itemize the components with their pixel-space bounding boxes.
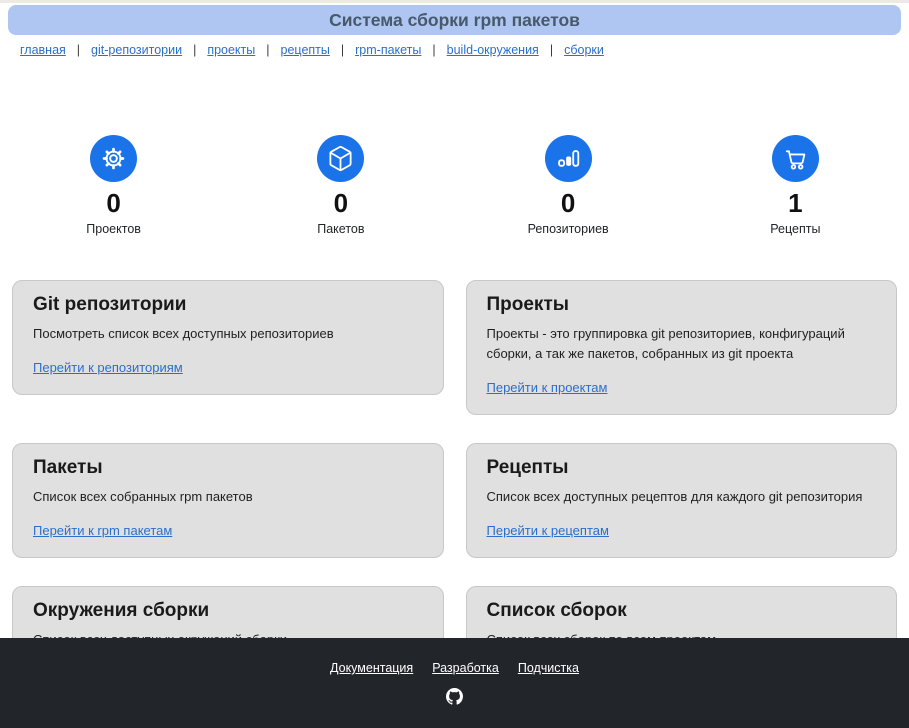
stat-label-projects: Проектов bbox=[0, 222, 227, 236]
footer: Документация Разработка Подчистка bbox=[0, 638, 909, 728]
nav-separator: | bbox=[77, 43, 80, 57]
nav-separator: | bbox=[550, 43, 553, 57]
nav-separator: | bbox=[266, 43, 269, 57]
footer-link-cleanup[interactable]: Подчистка bbox=[518, 661, 579, 675]
page-title: Система сборки rpm пакетов bbox=[329, 10, 580, 31]
card-link-repositories[interactable]: Перейти к репозиториям bbox=[33, 360, 183, 375]
github-link[interactable] bbox=[446, 688, 463, 705]
stat-label-packages: Пакетов bbox=[227, 222, 454, 236]
footer-links: Документация Разработка Подчистка bbox=[330, 661, 579, 675]
nav-item-rpm-pakety[interactable]: rpm-пакеты bbox=[355, 43, 421, 57]
header-banner: Система сборки rpm пакетов bbox=[8, 5, 901, 35]
card-projects: Проекты Проекты - это группировка git ре… bbox=[466, 280, 898, 415]
card-description: Проекты - это группировка git репозитори… bbox=[487, 324, 877, 364]
stat-label-recipes: Рецепты bbox=[682, 222, 909, 236]
nav-item-sborki[interactable]: сборки bbox=[564, 43, 604, 57]
card-recipes: Рецепты Список всех доступных рецептов д… bbox=[466, 443, 898, 558]
stat-value-repositories: 0 bbox=[455, 189, 682, 219]
gear-icon bbox=[100, 145, 127, 172]
card-link-recipes[interactable]: Перейти к рецептам bbox=[487, 523, 609, 538]
stat-label-repositories: Репозиториев bbox=[455, 222, 682, 236]
card-link-rpm-packages[interactable]: Перейти к rpm пакетам bbox=[33, 523, 172, 538]
nav-item-build-okruzheniya[interactable]: build-окружения bbox=[447, 43, 539, 57]
card-title: Проекты bbox=[487, 294, 877, 316]
card-description: Посмотреть список всех доступных репозит… bbox=[33, 324, 423, 344]
card-title: Окружения сборки bbox=[33, 600, 423, 622]
footer-link-development[interactable]: Разработка bbox=[432, 661, 499, 675]
card-title: Пакеты bbox=[33, 457, 423, 479]
stat-packages: 0 Пакетов bbox=[227, 135, 454, 236]
nav-item-glavnaya[interactable]: главная bbox=[20, 43, 66, 57]
stat-circle-recipes bbox=[772, 135, 819, 182]
stat-circle-projects bbox=[90, 135, 137, 182]
nav-separator: | bbox=[432, 43, 435, 57]
card-packages: Пакеты Список всех собранных rpm пакетов… bbox=[12, 443, 444, 558]
nav-separator: | bbox=[193, 43, 196, 57]
stat-repositories: 0 Репозиториев bbox=[455, 135, 682, 236]
breadcrumb: главная | git-репозитории | проекты | рецепты |… bbox=[20, 43, 909, 57]
stat-value-packages: 0 bbox=[227, 189, 454, 219]
card-title: Git репозитории bbox=[33, 294, 423, 316]
nav-separator: | bbox=[341, 43, 344, 57]
stat-value-recipes: 1 bbox=[682, 189, 909, 219]
card-git-repositories: Git репозитории Посмотреть список всех д… bbox=[12, 280, 444, 395]
stat-circle-repositories bbox=[545, 135, 592, 182]
package-icon bbox=[327, 145, 354, 172]
stats-row: 0 Проектов 0 Пакетов 0 Репозиториев bbox=[0, 135, 909, 236]
stat-recipes: 1 Рецепты bbox=[682, 135, 909, 236]
card-description: Список всех собранных rpm пакетов bbox=[33, 487, 423, 507]
nav-item-git-repos[interactable]: git-репозитории bbox=[91, 43, 182, 57]
card-title: Рецепты bbox=[487, 457, 877, 479]
stat-projects: 0 Проектов bbox=[0, 135, 227, 236]
stat-circle-packages bbox=[317, 135, 364, 182]
footer-link-documentation[interactable]: Документация bbox=[330, 661, 413, 675]
stat-value-projects: 0 bbox=[0, 189, 227, 219]
github-icon bbox=[446, 688, 463, 705]
card-description: Список всех доступных рецептов для каждо… bbox=[487, 487, 877, 507]
card-title: Список сборок bbox=[487, 600, 877, 622]
card-link-projects[interactable]: Перейти к проектам bbox=[487, 380, 608, 395]
bar-chart-icon bbox=[555, 145, 582, 172]
nav-item-proekty[interactable]: проекты bbox=[207, 43, 255, 57]
nav-item-recepty[interactable]: рецепты bbox=[281, 43, 330, 57]
cart-icon bbox=[782, 145, 809, 172]
